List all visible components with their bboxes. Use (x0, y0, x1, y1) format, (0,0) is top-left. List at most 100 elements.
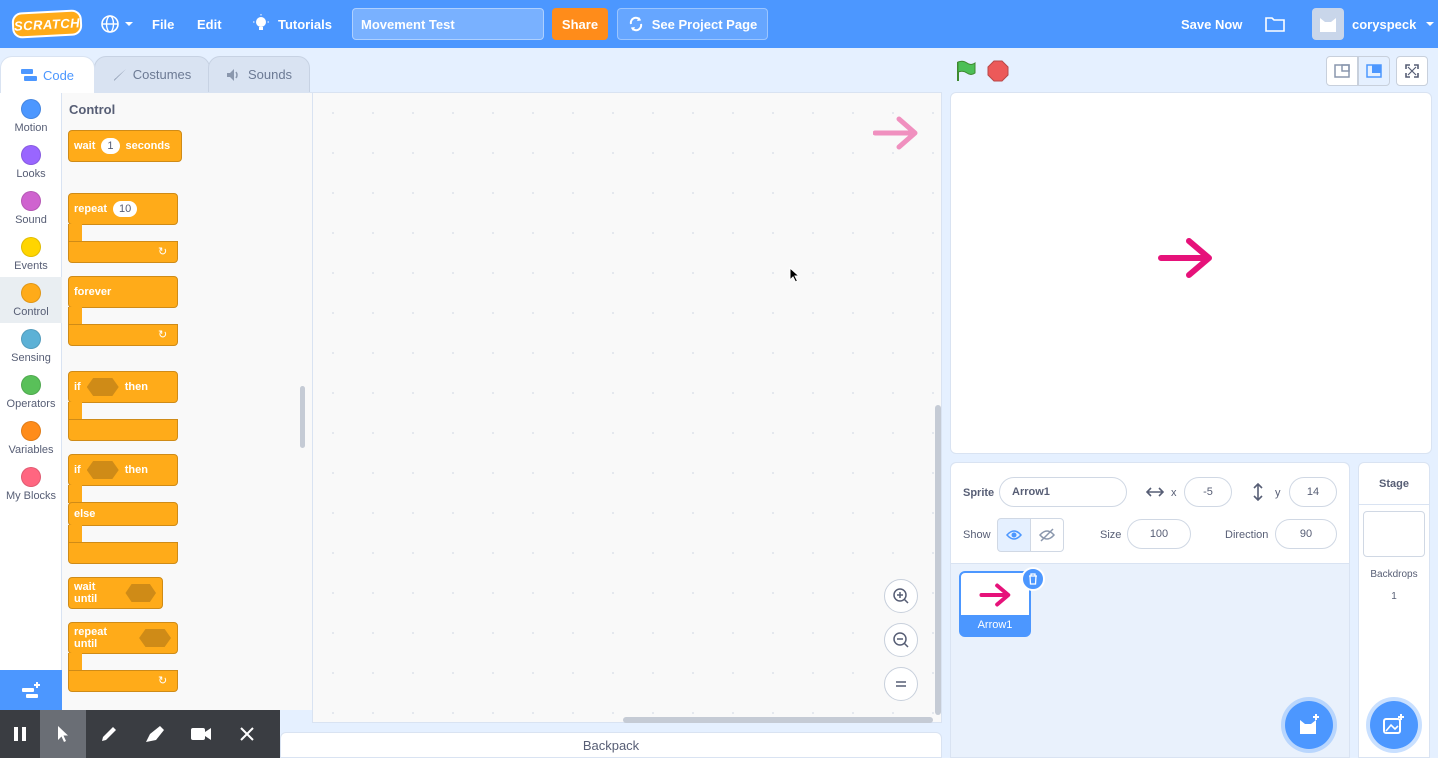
tab-costumes[interactable]: Costumes (94, 56, 210, 93)
file-menu[interactable]: File (152, 0, 174, 48)
script-vertical-scrollbar[interactable] (935, 405, 941, 715)
zoom-in-button[interactable] (884, 579, 918, 613)
save-now-button[interactable]: Save Now (1181, 0, 1242, 48)
block-repeat-until[interactable]: repeat until (68, 622, 178, 654)
category-dot (21, 145, 41, 165)
stage-thumbnail[interactable] (1363, 511, 1425, 557)
block-repeat[interactable]: repeat 10 (68, 193, 178, 225)
zoom-out-button[interactable] (884, 623, 918, 657)
y-position-field[interactable] (1289, 477, 1337, 507)
category-label: Variables (8, 444, 54, 456)
brush-icon (113, 68, 126, 81)
choose-backdrop-button[interactable] (1370, 701, 1418, 749)
block-c-arm (68, 525, 82, 543)
backdrops-count: 1 (1391, 591, 1397, 602)
category-control[interactable]: Control (0, 277, 62, 323)
script-horizontal-scrollbar[interactable] (623, 717, 933, 723)
see-project-page-button[interactable]: See Project Page (617, 8, 768, 40)
pointer-tool-button[interactable] (40, 710, 86, 758)
arrow-sprite[interactable] (1157, 233, 1217, 283)
show-hidden-button[interactable] (1030, 518, 1064, 552)
sprite-label: Sprite (963, 487, 995, 499)
backpack[interactable]: Backpack (280, 732, 942, 758)
sprite-name-field[interactable] (999, 477, 1127, 507)
pause-icon (14, 727, 26, 741)
highlighter-tool-button[interactable] (132, 710, 178, 758)
category-sound[interactable]: Sound (0, 185, 62, 231)
category-sensing[interactable]: Sensing (0, 323, 62, 369)
screen-recorder-toolbar (0, 710, 280, 758)
large-stage-button[interactable] (1358, 56, 1390, 86)
block-wait-until[interactable]: wait until (68, 577, 163, 609)
x-position-field[interactable] (1184, 477, 1232, 507)
zoom-in-icon (893, 588, 909, 604)
show-label: Show (963, 529, 991, 541)
pause-button[interactable] (0, 710, 40, 758)
category-dot (21, 237, 41, 257)
pen-tool-button[interactable] (86, 710, 132, 758)
category-operators[interactable]: Operators (0, 369, 62, 415)
direction-field[interactable] (1275, 519, 1337, 549)
category-label: Sound (15, 214, 47, 226)
zoom-reset-button[interactable] (884, 667, 918, 701)
project-title-input[interactable] (352, 8, 544, 40)
mouse-cursor-icon (789, 267, 801, 283)
delete-sprite-button[interactable] (1021, 567, 1045, 591)
stage-selector-title: Stage (1359, 463, 1429, 505)
username: coryspeck (1352, 16, 1417, 32)
small-stage-button[interactable] (1326, 56, 1358, 86)
category-looks[interactable]: Looks (0, 139, 62, 185)
add-backdrop-icon (1383, 714, 1404, 734)
share-button[interactable]: Share (552, 8, 608, 40)
add-extension-button[interactable] (0, 670, 62, 710)
category-events[interactable]: Events (0, 231, 62, 277)
block-text: wait (74, 140, 96, 152)
block-number-input[interactable]: 10 (113, 201, 138, 217)
small-stage-icon (1334, 64, 1350, 78)
sprite-tile-arrow1[interactable]: Arrow1 (959, 567, 1045, 637)
green-flag-icon[interactable] (954, 59, 978, 83)
block-number-input[interactable]: 1 (101, 138, 120, 154)
block-boolean-slot[interactable] (86, 461, 119, 479)
block-wait-seconds[interactable]: wait 1 seconds (68, 130, 182, 162)
stop-sign-icon[interactable] (987, 60, 1009, 82)
stage-canvas[interactable] (950, 92, 1432, 454)
block-forever[interactable]: forever (68, 276, 178, 308)
direction-label: Direction (1225, 529, 1269, 541)
cat-face-icon (1320, 18, 1336, 32)
block-if-then-else[interactable]: if then (68, 454, 178, 486)
tab-code[interactable]: Code (0, 56, 95, 93)
globe-icon (101, 15, 119, 33)
block-c-arm (68, 224, 82, 242)
account-menu[interactable]: coryspeck (1312, 8, 1436, 40)
stage-selector[interactable]: Stage Backdrops 1 (1358, 462, 1430, 758)
tab-sounds[interactable]: Sounds (208, 56, 310, 93)
block-if-then[interactable]: if then (68, 371, 178, 403)
category-motion[interactable]: Motion (0, 93, 62, 139)
language-menu[interactable] (100, 0, 138, 48)
show-visible-button[interactable] (997, 518, 1031, 552)
choose-sprite-button[interactable] (1285, 701, 1333, 749)
block-text: if (74, 464, 81, 476)
close-recorder-button[interactable] (224, 710, 270, 758)
script-area[interactable] (312, 92, 942, 723)
my-stuff-button[interactable] (1265, 0, 1285, 48)
fullscreen-button[interactable] (1396, 56, 1428, 86)
camera-button[interactable] (178, 710, 224, 758)
tutorials-button[interactable]: Tutorials (252, 0, 332, 48)
block-boolean-slot[interactable] (86, 378, 119, 396)
category-label: Looks (16, 168, 46, 180)
close-icon (240, 727, 254, 741)
sprite-pane: Sprite x y Show Size Direction Arrow1 (950, 462, 1350, 758)
category-variables[interactable]: Variables (0, 415, 62, 461)
category-my-blocks[interactable]: My Blocks (0, 461, 62, 507)
category-dot (21, 191, 41, 211)
block-boolean-slot[interactable] (139, 629, 171, 647)
palette-scrollbar[interactable] (300, 386, 305, 448)
edit-menu[interactable]: Edit (197, 0, 222, 48)
size-field[interactable] (1127, 519, 1191, 549)
block-text: then (124, 464, 148, 476)
scratch-logo[interactable]: SCRATCH (11, 9, 83, 39)
large-stage-icon (1366, 64, 1382, 78)
block-boolean-slot[interactable] (125, 584, 156, 602)
